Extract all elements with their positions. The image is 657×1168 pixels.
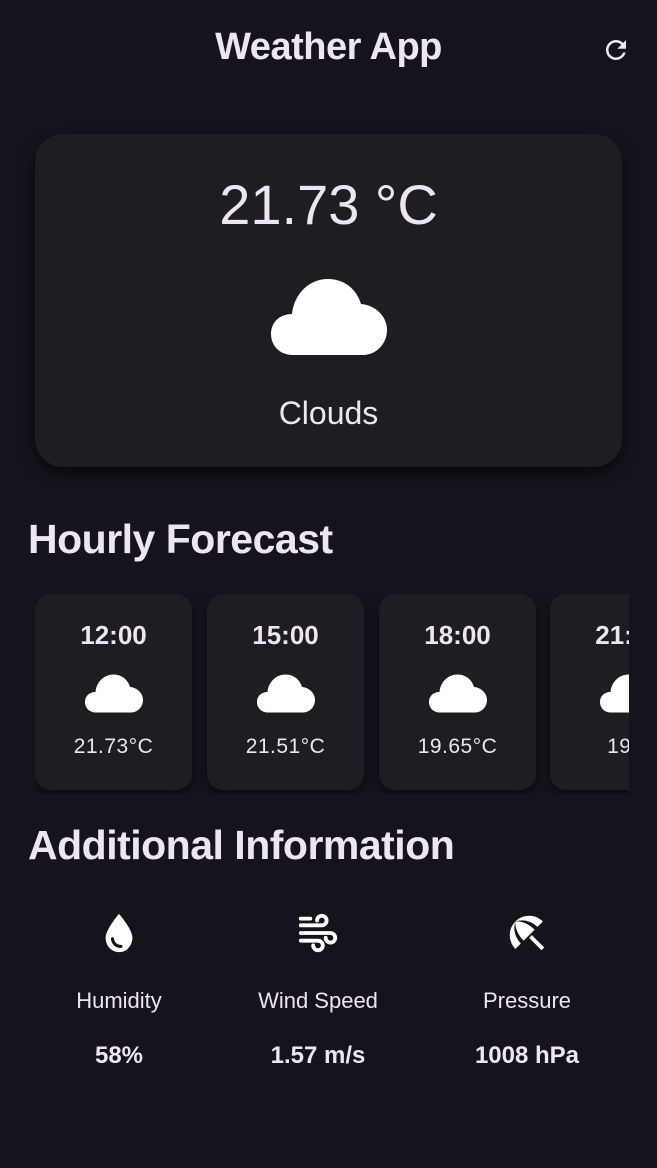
- cloud-icon: [600, 674, 629, 713]
- current-weather-card: 21.73 °C Clouds: [35, 134, 622, 467]
- current-temperature: 21.73 °C: [219, 173, 438, 236]
- hourly-forecast-title: Hourly Forecast: [28, 516, 333, 562]
- hourly-forecast-list[interactable]: 12:00 21.73°C 15:00 21.51°C 18:00 19.65°…: [35, 594, 629, 794]
- additional-info-title: Additional Information: [28, 822, 455, 868]
- beach-umbrella-icon: [509, 915, 545, 951]
- app-title: Weather App: [215, 26, 442, 68]
- cloud-icon: [85, 674, 143, 713]
- cloud-icon: [271, 279, 387, 355]
- cloud-icon: [429, 674, 487, 713]
- forecast-temperature: 21.73°C: [73, 735, 154, 758]
- wind-icon: [298, 913, 338, 953]
- info-value: 1.57 m/s: [270, 1042, 366, 1069]
- info-label: Wind Speed: [258, 988, 378, 1013]
- forecast-time: 18:00: [424, 620, 491, 650]
- forecast-card: 12:00 21.73°C: [35, 594, 192, 790]
- humidity-info: Humidity 58%: [14, 910, 224, 1070]
- forecast-card: 21:00 19.5: [550, 594, 629, 790]
- forecast-time: 12:00: [80, 620, 147, 650]
- info-label: Pressure: [482, 988, 572, 1013]
- forecast-temperature: 19.5: [607, 735, 629, 758]
- forecast-time: 21:00: [595, 620, 629, 650]
- forecast-card: 15:00 21.51°C: [207, 594, 364, 790]
- cloud-icon: [257, 674, 315, 713]
- water-drop-icon: [105, 913, 133, 953]
- forecast-temperature: 21.51°C: [245, 735, 326, 758]
- info-value: 58%: [94, 1042, 144, 1069]
- wind-speed-info: Wind Speed 1.57 m/s: [213, 910, 423, 1070]
- refresh-button[interactable]: [596, 30, 636, 70]
- info-label: Humidity: [76, 988, 162, 1013]
- info-value: 1008 hPa: [474, 1042, 580, 1069]
- forecast-temperature: 19.65°C: [417, 735, 498, 758]
- forecast-card: 18:00 19.65°C: [379, 594, 536, 790]
- refresh-icon: [606, 40, 626, 60]
- forecast-time: 15:00: [252, 620, 319, 650]
- pressure-info: Pressure 1008 hPa: [422, 910, 632, 1070]
- weather-app: Weather App 21.73 °C Clouds Hourly Forec…: [0, 0, 657, 1168]
- current-description: Clouds: [278, 395, 379, 431]
- app-bar: Weather App: [0, 0, 657, 98]
